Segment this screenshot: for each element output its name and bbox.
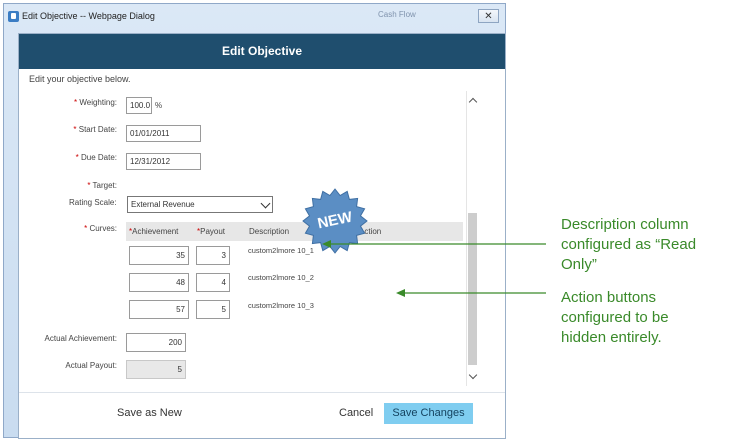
annotation-action: Action buttons configured to be hidden e… [561,289,669,346]
annotation-description: Description column configured as “Read O… [561,216,697,273]
action-arrow [396,289,546,297]
description-arrow [322,240,546,248]
